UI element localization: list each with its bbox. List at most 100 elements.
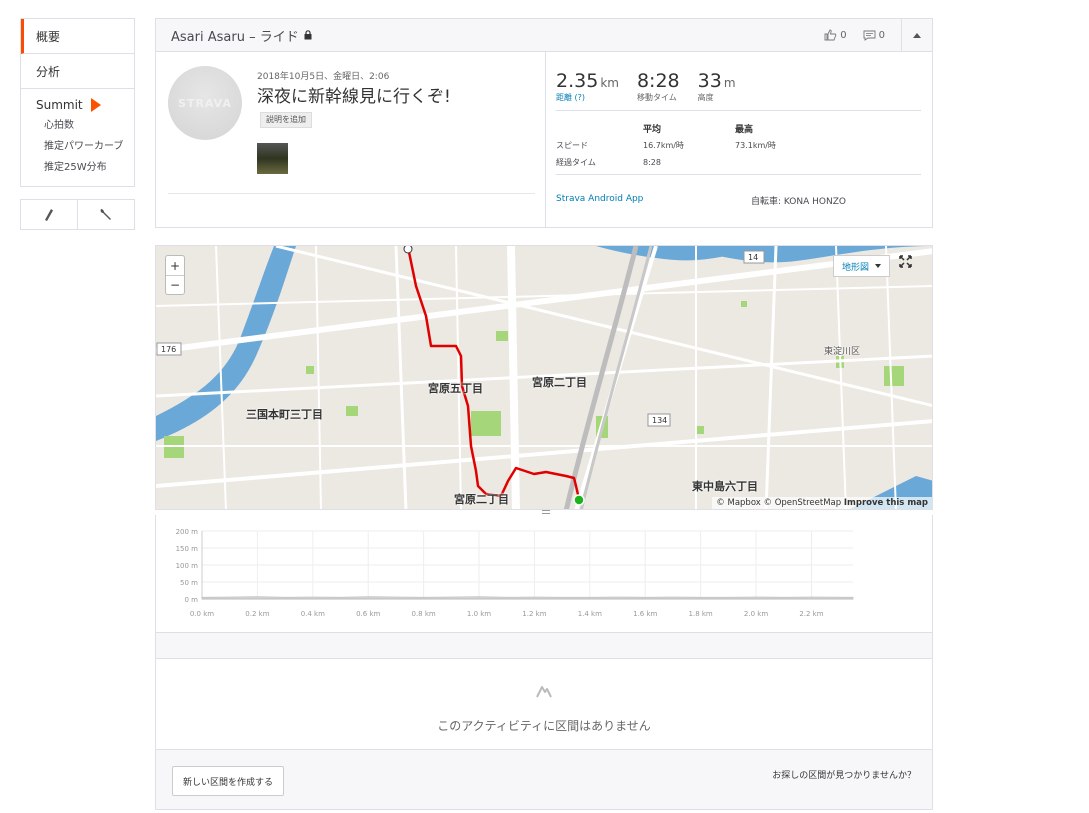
y-tick-label: 50 m (180, 579, 198, 587)
stats-table: 平均 最高 スピード 16.7km/時 73.1km/時 経過タイム 8:28 (556, 120, 825, 171)
nav-power-distribution[interactable]: 推定25W分布 (36, 157, 134, 178)
nav-summit: Summit 心拍数 推定パワーカーブ 推定25W分布 (21, 89, 134, 186)
edit-button[interactable] (21, 200, 77, 229)
segments-footer: 新しい区間を作成する お探しの区間が見つかりませんか？ (155, 749, 933, 810)
comment-count: 0 (878, 29, 885, 41)
speed-row: スピード 16.7km/時 73.1km/時 (556, 137, 825, 154)
kudos-count: 0 (840, 29, 847, 41)
map-label-higashiyodogawa: 東淀川区 (824, 347, 861, 357)
y-tick-label: 0 m (185, 596, 199, 604)
nav-overview[interactable]: 概要 (21, 19, 134, 54)
zoom-out-button[interactable]: − (166, 275, 184, 294)
y-tick-label: 150 m (176, 545, 199, 553)
nav-heart-rate[interactable]: 心拍数 (36, 115, 134, 136)
comment-icon (863, 30, 876, 41)
thumbs-up-icon (824, 29, 837, 41)
primary-stats: 2.35 km 距離 (?) 8:28 移動タイム 33 m 高度 (556, 70, 754, 103)
divider (168, 193, 535, 194)
summit-header[interactable]: Summit (36, 95, 134, 115)
x-tick-label: 2.0 km (744, 610, 768, 618)
route-176-label: 176 (161, 345, 177, 354)
avatar-logo-text: STRAVA (178, 96, 232, 110)
stat-moving-time: 8:28 移動タイム (637, 70, 680, 103)
kudos-button[interactable]: 0 (824, 29, 847, 41)
map-label-mikuni: 三国本町三丁目 (246, 408, 323, 421)
moving-time-value: 8:28 (636, 70, 680, 92)
pencil-icon (45, 208, 53, 221)
route-start-marker (403, 246, 413, 254)
moving-time-label: 移動タイム (636, 93, 677, 102)
route-end-marker (573, 494, 585, 506)
map-type-dropdown[interactable]: 地形図 (833, 255, 891, 277)
map-resize-handle[interactable] (542, 510, 550, 514)
elapsed-label: 経過タイム (556, 158, 596, 167)
header-actions: 0 0 (824, 19, 932, 51)
map-attribution: © Mapbox © OpenStreetMap Improve this ma… (712, 497, 932, 509)
stats-divider (556, 110, 921, 111)
zoom-in-button[interactable]: + (166, 256, 184, 275)
create-segment-button[interactable]: 新しい区間を作成する (172, 766, 285, 796)
speed-max: 73.1km/時 (735, 141, 776, 150)
summit-label: Summit (36, 98, 83, 112)
x-tick-label: 2.2 km (799, 610, 823, 618)
no-segments-message: このアクティビティに区間はありません (437, 719, 651, 733)
map-type-label: 地形図 (842, 262, 870, 273)
activity-summary: STRAVA 2018年10月5日、金曜日、2:06 深夜に新幹線見に行くぞ! … (156, 52, 546, 227)
stat-distance: 2.35 km 距離 (?) (556, 70, 619, 103)
summit-chevron-icon (90, 98, 101, 112)
improve-map-link[interactable]: Improve this map (844, 498, 928, 508)
avg-header: 平均 (643, 125, 662, 135)
activity-stats: 2.35km 距離 (?) 8:28 移動タイム 33m 高度 平均 最高 (546, 52, 932, 227)
x-tick-label: 1.0 km (467, 610, 491, 618)
wrench-icon (100, 208, 111, 220)
attribution-text[interactable]: © Mapbox © OpenStreetMap (716, 498, 841, 508)
add-description-button[interactable]: 説明を追加 (260, 112, 312, 128)
y-tick-label: 200 m (176, 528, 199, 536)
distance-unit: km (600, 76, 619, 90)
speed-label: スピード (556, 141, 588, 150)
chevron-up-icon (913, 32, 921, 38)
elevation-unit: m (723, 76, 736, 90)
x-tick-label: 0.4 km (301, 610, 325, 618)
map-label-miyahara5: 宮原五丁目 (428, 382, 483, 395)
fullscreen-button[interactable] (899, 255, 921, 277)
comments-button[interactable]: 0 (863, 30, 885, 41)
nav-power-curve[interactable]: 推定パワーカーブ (36, 136, 134, 157)
actions-button[interactable] (77, 200, 134, 229)
distance-label[interactable]: 距離 (?) (556, 92, 619, 103)
avatar[interactable]: STRAVA (168, 66, 242, 140)
activity-date: 2018年10月5日、金曜日、2:06 (257, 72, 390, 82)
distance-value: 2.35 (556, 70, 599, 92)
stats-table-header: 平均 最高 (556, 120, 825, 137)
card-header: Asari Asaru – ライド 0 0 (156, 19, 932, 52)
action-toolbox (20, 199, 135, 230)
bike-info: 自転車: KONA HONZO (751, 197, 846, 207)
nav-overview-label: 概要 (36, 29, 61, 44)
activity-title: 深夜に新幹線見に行くぞ! (257, 87, 451, 107)
device-link[interactable]: Strava Android App (556, 194, 643, 204)
x-tick-label: 0.0 km (190, 610, 214, 618)
y-tick-label: 100 m (176, 562, 199, 570)
x-tick-label: 1.6 km (633, 610, 657, 618)
route-14-label: 14 (748, 253, 759, 262)
sidebar-nav: 概要 分析 Summit 心拍数 推定パワーカーブ 推定25W分布 (20, 18, 135, 187)
x-tick-label: 0.6 km (356, 610, 380, 618)
nav-analysis[interactable]: 分析 (21, 54, 134, 89)
speed-avg: 16.7km/時 (643, 141, 684, 150)
route-134-label: 134 (652, 416, 668, 425)
zoom-control: + − (165, 255, 185, 295)
fullscreen-icon (899, 255, 912, 268)
photo-thumbnail[interactable] (257, 143, 288, 174)
max-header: 最高 (735, 125, 754, 135)
collapse-button[interactable] (901, 19, 932, 51)
map-label-higashinakajima: 東中島六丁目 (692, 480, 758, 493)
x-tick-label: 1.4 km (578, 610, 602, 618)
activity-card: Asari Asaru – ライド 0 0 STRAVA 2018年10月5日、… (155, 18, 933, 228)
segment-icon (536, 686, 552, 698)
segments-spacer (155, 633, 933, 658)
elevation-chart[interactable]: 200 m 150 m 100 m 50 m 0 m 0.0 km 0.2 km 0.4 km… (155, 515, 933, 633)
route-map[interactable]: 176 14 134 宮原五丁目 宮原二丁目 三国本町三丁目 東中島六丁目 宮原… (155, 245, 933, 510)
caret-down-icon (875, 264, 882, 268)
x-tick-label: 0.2 km (245, 610, 269, 618)
find-segment-link[interactable]: お探しの区間が見つかりませんか？ (772, 768, 916, 781)
